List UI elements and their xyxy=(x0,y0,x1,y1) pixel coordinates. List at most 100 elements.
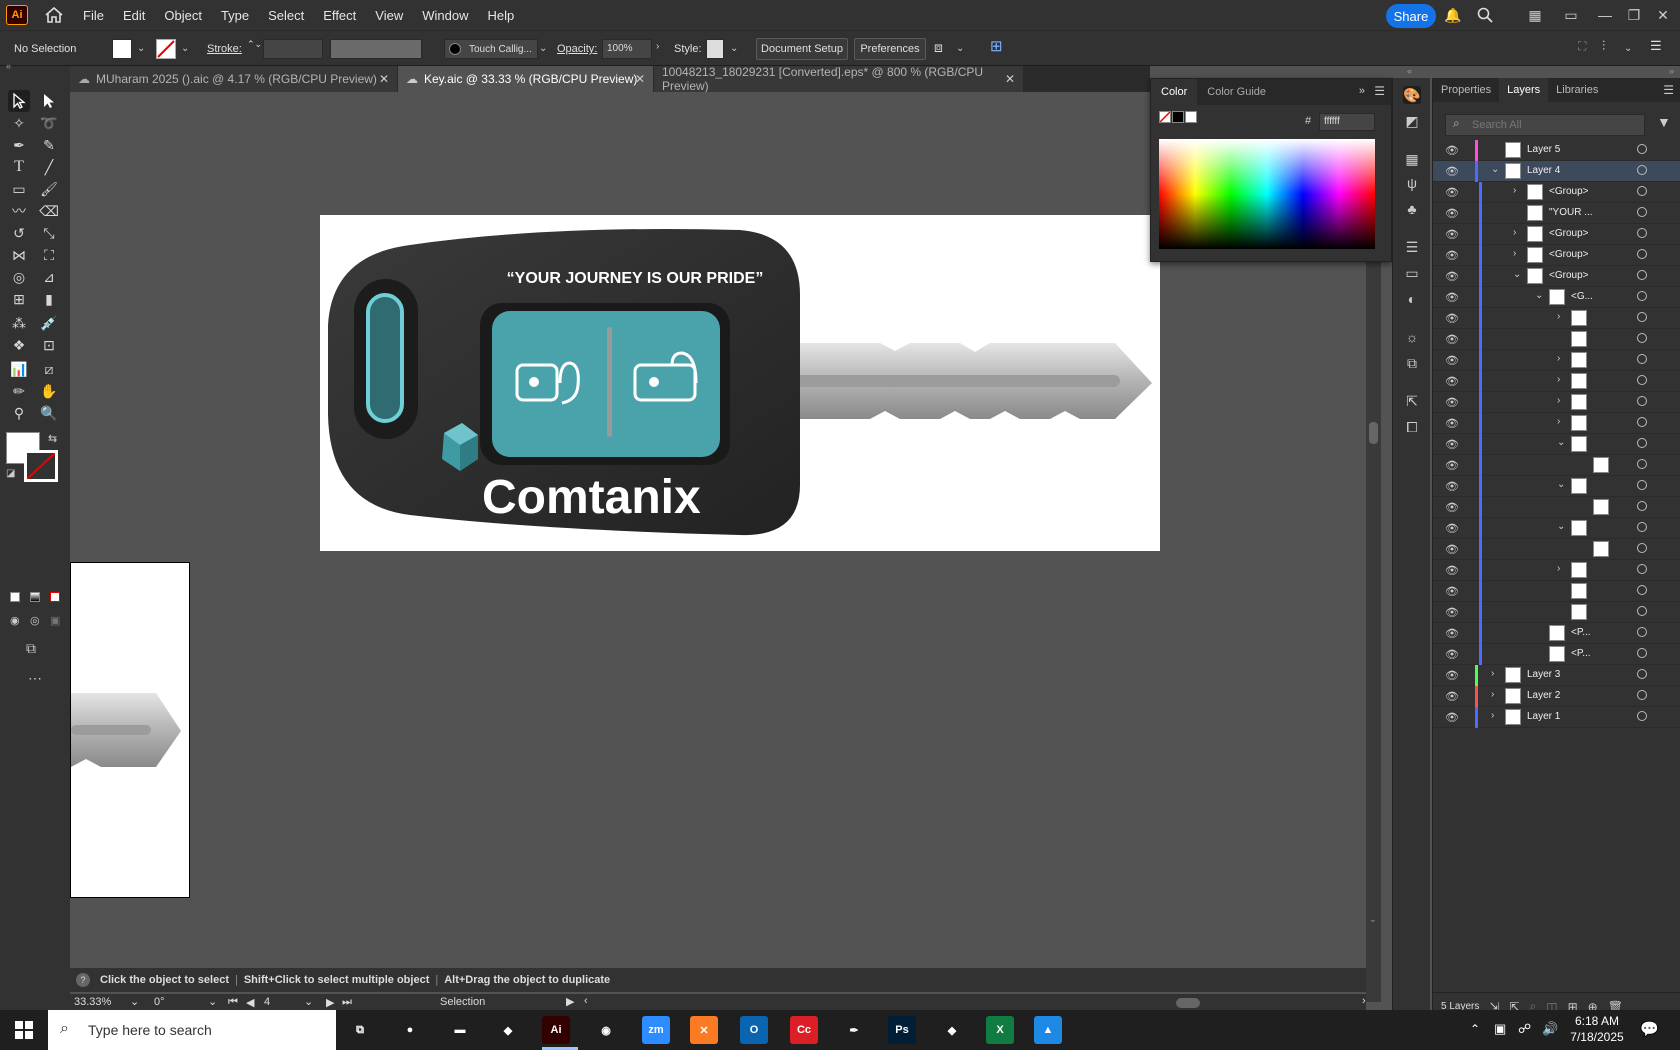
rectangle-tool-icon[interactable]: ▭ xyxy=(8,178,30,200)
visibility-icon[interactable]: 👁 xyxy=(1445,354,1459,367)
layer-name[interactable]: <Group> xyxy=(1549,186,1588,197)
layer-row[interactable]: 👁 › Layer 2 xyxy=(1433,686,1680,707)
visibility-icon[interactable]: 👁 xyxy=(1445,711,1459,724)
pencil-tool-icon[interactable]: ✏ xyxy=(8,380,30,402)
layer-row[interactable]: 👁 › xyxy=(1433,560,1680,581)
chrome-icon[interactable]: ◉ xyxy=(592,1016,620,1044)
lasso-tool-icon[interactable]: ➰ xyxy=(38,112,60,134)
panel-menu-icon[interactable]: ☰ xyxy=(1663,83,1674,97)
bell-icon[interactable]: 🔔 xyxy=(1444,6,1462,24)
chevron-right-icon[interactable]: › xyxy=(1491,689,1494,700)
layer-row[interactable]: 👁 › xyxy=(1433,413,1680,434)
artboards-icon[interactable]: ⧠ xyxy=(1403,418,1421,436)
collapse-icon[interactable]: « xyxy=(6,61,11,71)
visibility-icon[interactable]: 👁 xyxy=(1445,648,1459,661)
chevron-right-icon[interactable]: › xyxy=(1491,668,1494,679)
chevron-down-icon[interactable]: ⌄ xyxy=(137,43,145,54)
symbol-sprayer-tool-icon[interactable]: ❖ xyxy=(8,334,30,356)
visibility-icon[interactable]: 👁 xyxy=(1445,459,1459,472)
target-icon[interactable] xyxy=(1637,438,1647,448)
tab-key[interactable]: ☁ Key.aic @ 33.33 % (RGB/CPU Preview) ✕ xyxy=(398,66,654,92)
draw-inside-icon[interactable]: ▣ xyxy=(50,614,60,627)
pen-tool-icon[interactable]: ✒ xyxy=(8,134,30,156)
stroke-stepper[interactable]: ⌃⌄ xyxy=(247,39,262,50)
tab-muharam[interactable]: ☁ MUharam 2025 ().aic @ 4.17 % (RGB/CPU … xyxy=(70,66,398,92)
layer-row[interactable]: 👁 › xyxy=(1433,371,1680,392)
outlook-icon[interactable]: O xyxy=(740,1016,768,1044)
brush-definition[interactable]: Touch Callig... xyxy=(444,39,538,59)
layer-row[interactable]: 👁 › Layer 3 xyxy=(1433,665,1680,686)
rotation-value[interactable]: 0° xyxy=(154,996,165,1008)
search-icon[interactable] xyxy=(1476,6,1494,24)
symbols-icon[interactable]: ♣ xyxy=(1403,200,1421,218)
menu-edit[interactable]: Edit xyxy=(123,8,145,23)
preferences-button[interactable]: Preferences xyxy=(854,38,926,60)
prev-artboard-icon[interactable]: ◀ xyxy=(246,996,254,1009)
chevron-right-icon[interactable]: › xyxy=(1513,248,1516,259)
target-icon[interactable] xyxy=(1637,270,1647,280)
close-icon[interactable]: ✕ xyxy=(635,72,645,86)
chevron-down-icon[interactable]: ⌄ xyxy=(1491,164,1499,175)
target-icon[interactable] xyxy=(1637,291,1647,301)
layer-name[interactable]: <P... xyxy=(1571,648,1591,659)
stroke-weight-input[interactable] xyxy=(263,39,323,59)
chevron-right-icon[interactable]: › xyxy=(1513,227,1516,238)
distribute-icon[interactable]: ⫶ xyxy=(1602,38,1605,54)
visibility-icon[interactable]: 👁 xyxy=(1445,396,1459,409)
chevron-down-icon[interactable]: ⌄ xyxy=(956,43,964,54)
export-icon[interactable]: ⇱ xyxy=(1403,392,1421,410)
minimize-icon[interactable]: — xyxy=(1596,6,1614,24)
artboard-secondary[interactable] xyxy=(70,562,190,898)
visibility-icon[interactable]: 👁 xyxy=(1445,690,1459,703)
more-tools-icon[interactable]: ⋯ xyxy=(28,670,42,687)
chevron-right-icon[interactable]: › xyxy=(1491,710,1494,721)
chevron-right-icon[interactable]: › xyxy=(1513,185,1516,196)
layer-row[interactable]: 👁 ⌄ Layer 4 xyxy=(1433,161,1680,182)
notifications-icon[interactable]: 💬 xyxy=(1640,1020,1659,1038)
menu-view[interactable]: View xyxy=(375,8,403,23)
swatches-icon[interactable]: ▦ xyxy=(1403,150,1421,168)
stroke-label[interactable]: Stroke: xyxy=(207,43,242,55)
layers-search-input[interactable]: Search All xyxy=(1445,114,1645,136)
target-icon[interactable] xyxy=(1637,501,1647,511)
blend-tool-icon[interactable]: ⁂ xyxy=(8,312,30,334)
help-icon[interactable]: ? xyxy=(76,973,90,987)
target-icon[interactable] xyxy=(1637,417,1647,427)
layer-name[interactable]: <Group> xyxy=(1549,270,1588,281)
show-hidden-icons[interactable]: ⌃ xyxy=(1470,1022,1480,1036)
visibility-icon[interactable]: 👁 xyxy=(1445,606,1459,619)
transparency-icon[interactable]: ◐ xyxy=(1403,290,1421,308)
visibility-icon[interactable]: 👁 xyxy=(1445,480,1459,493)
scroll-right-icon[interactable]: › xyxy=(1362,995,1366,1007)
target-icon[interactable] xyxy=(1637,606,1647,616)
menu-object[interactable]: Object xyxy=(164,8,202,23)
layer-name[interactable]: <Group> xyxy=(1549,249,1588,260)
paint-icon[interactable]: ▲ xyxy=(1034,1016,1062,1044)
artboard-number[interactable]: 4 xyxy=(264,996,270,1008)
line-tool-icon[interactable]: ╱ xyxy=(38,156,60,178)
collapse-panel-icon[interactable]: » xyxy=(1359,85,1365,97)
target-icon[interactable] xyxy=(1637,711,1647,721)
target-icon[interactable] xyxy=(1637,522,1647,532)
zoom-tool-icon[interactable]: 🔍 xyxy=(38,402,60,424)
zoom-icon[interactable]: zm xyxy=(642,1016,670,1044)
menu-type[interactable]: Type xyxy=(221,8,249,23)
tab-converted-eps[interactable]: 10048213_18029231 [Converted].eps* @ 800… xyxy=(654,65,1024,93)
app-diamond-icon[interactable]: ◆ xyxy=(938,1016,966,1044)
layer-row[interactable]: 👁 › <Group> xyxy=(1433,182,1680,203)
visibility-icon[interactable]: 👁 xyxy=(1445,543,1459,556)
chevron-right-icon[interactable]: › xyxy=(1557,374,1560,385)
creative-cloud-icon[interactable]: Cc xyxy=(790,1016,818,1044)
panel-menu-icon[interactable]: ☰ xyxy=(1650,38,1662,54)
layer-row[interactable]: 👁 ⌄ <G... xyxy=(1433,287,1680,308)
chevron-down-icon[interactable]: ⌄ xyxy=(730,43,738,54)
start-button[interactable] xyxy=(0,1010,48,1050)
target-icon[interactable] xyxy=(1637,480,1647,490)
scroll-down-icon[interactable]: ⌄ xyxy=(1369,914,1377,925)
next-artboard-icon[interactable]: ▶ xyxy=(326,996,334,1009)
file-explorer-icon[interactable]: ▬ xyxy=(446,1016,474,1044)
mesh-tool-icon[interactable]: ⊞ xyxy=(8,288,30,310)
display-icon[interactable]: ▣ xyxy=(1494,1021,1506,1037)
tab-color-guide[interactable]: Color Guide xyxy=(1197,79,1276,105)
direct-selection-tool-icon[interactable] xyxy=(38,90,60,112)
